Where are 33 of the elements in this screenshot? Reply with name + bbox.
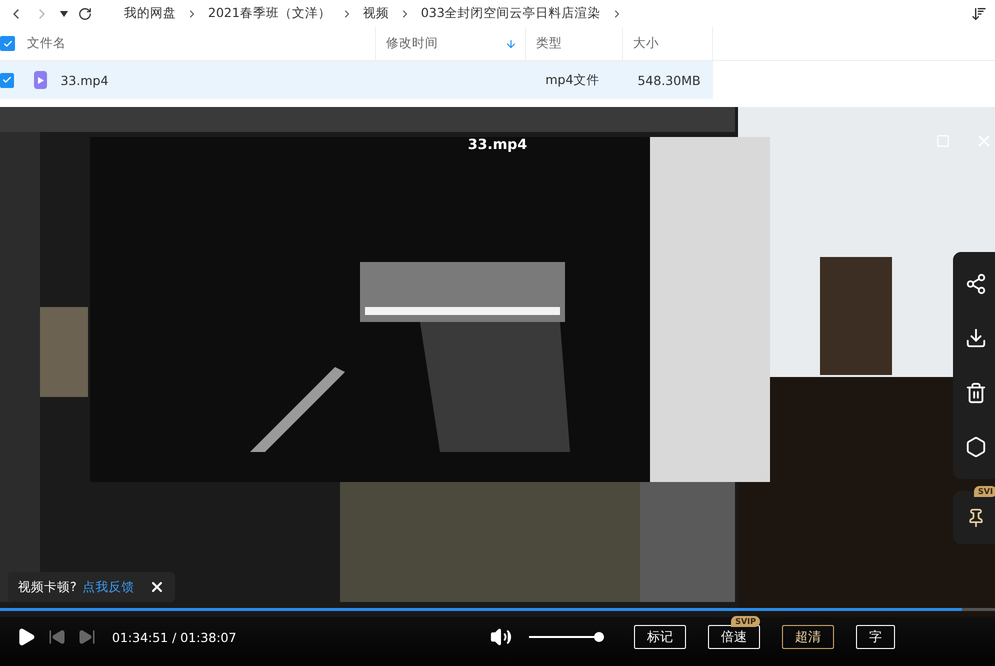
refresh-icon[interactable] [78, 6, 92, 20]
volume-icon[interactable] [490, 626, 512, 648]
check-icon [2, 75, 12, 85]
video-file-icon [34, 71, 48, 89]
row-checkbox[interactable] [0, 72, 14, 88]
previous-icon[interactable] [48, 628, 66, 646]
player-button[interactable]: 超清 [782, 625, 834, 649]
svip-badge: SVIP [731, 616, 760, 627]
file-row[interactable]: 33.mp4 mp4文件 548.30MB [0, 61, 713, 99]
column-header[interactable]: 修改时间 [386, 35, 438, 52]
breadcrumb-link[interactable]: 033全封闭空间云亭日料店渲染 [420, 5, 601, 22]
breadcrumb-link[interactable]: 2021春季班（文洋） [208, 5, 331, 22]
playback-time: 01:34:51 / 01:38:07 [112, 630, 236, 644]
breadcrumb-link[interactable]: 视频 [362, 5, 389, 22]
column-header[interactable]: 类型 [536, 35, 562, 52]
player-button[interactable]: 标记 [634, 625, 686, 649]
file-name: 33.mp4 [60, 72, 110, 88]
feedback-link[interactable]: 点我反馈 [82, 578, 135, 596]
dropdown-icon[interactable] [60, 10, 68, 16]
column-header[interactable]: 文件名 [27, 35, 66, 52]
file-size: 548.30MB [636, 72, 702, 88]
volume-thumb[interactable] [594, 632, 604, 642]
select-all-checkbox[interactable] [0, 36, 15, 51]
sort-icon[interactable] [971, 6, 987, 22]
video-title: 33.mp4 [468, 137, 528, 153]
breadcrumb-link[interactable]: 我的网盘 [124, 5, 176, 22]
player-button[interactable]: 字 [856, 625, 895, 649]
svip-badge: SVI [974, 486, 995, 497]
check-icon [2, 38, 12, 48]
next-icon[interactable] [78, 628, 96, 646]
column-header[interactable]: 大小 [633, 35, 659, 52]
toast-text: 视频卡顿? [18, 578, 77, 596]
file-type: mp4文件 [544, 72, 600, 88]
